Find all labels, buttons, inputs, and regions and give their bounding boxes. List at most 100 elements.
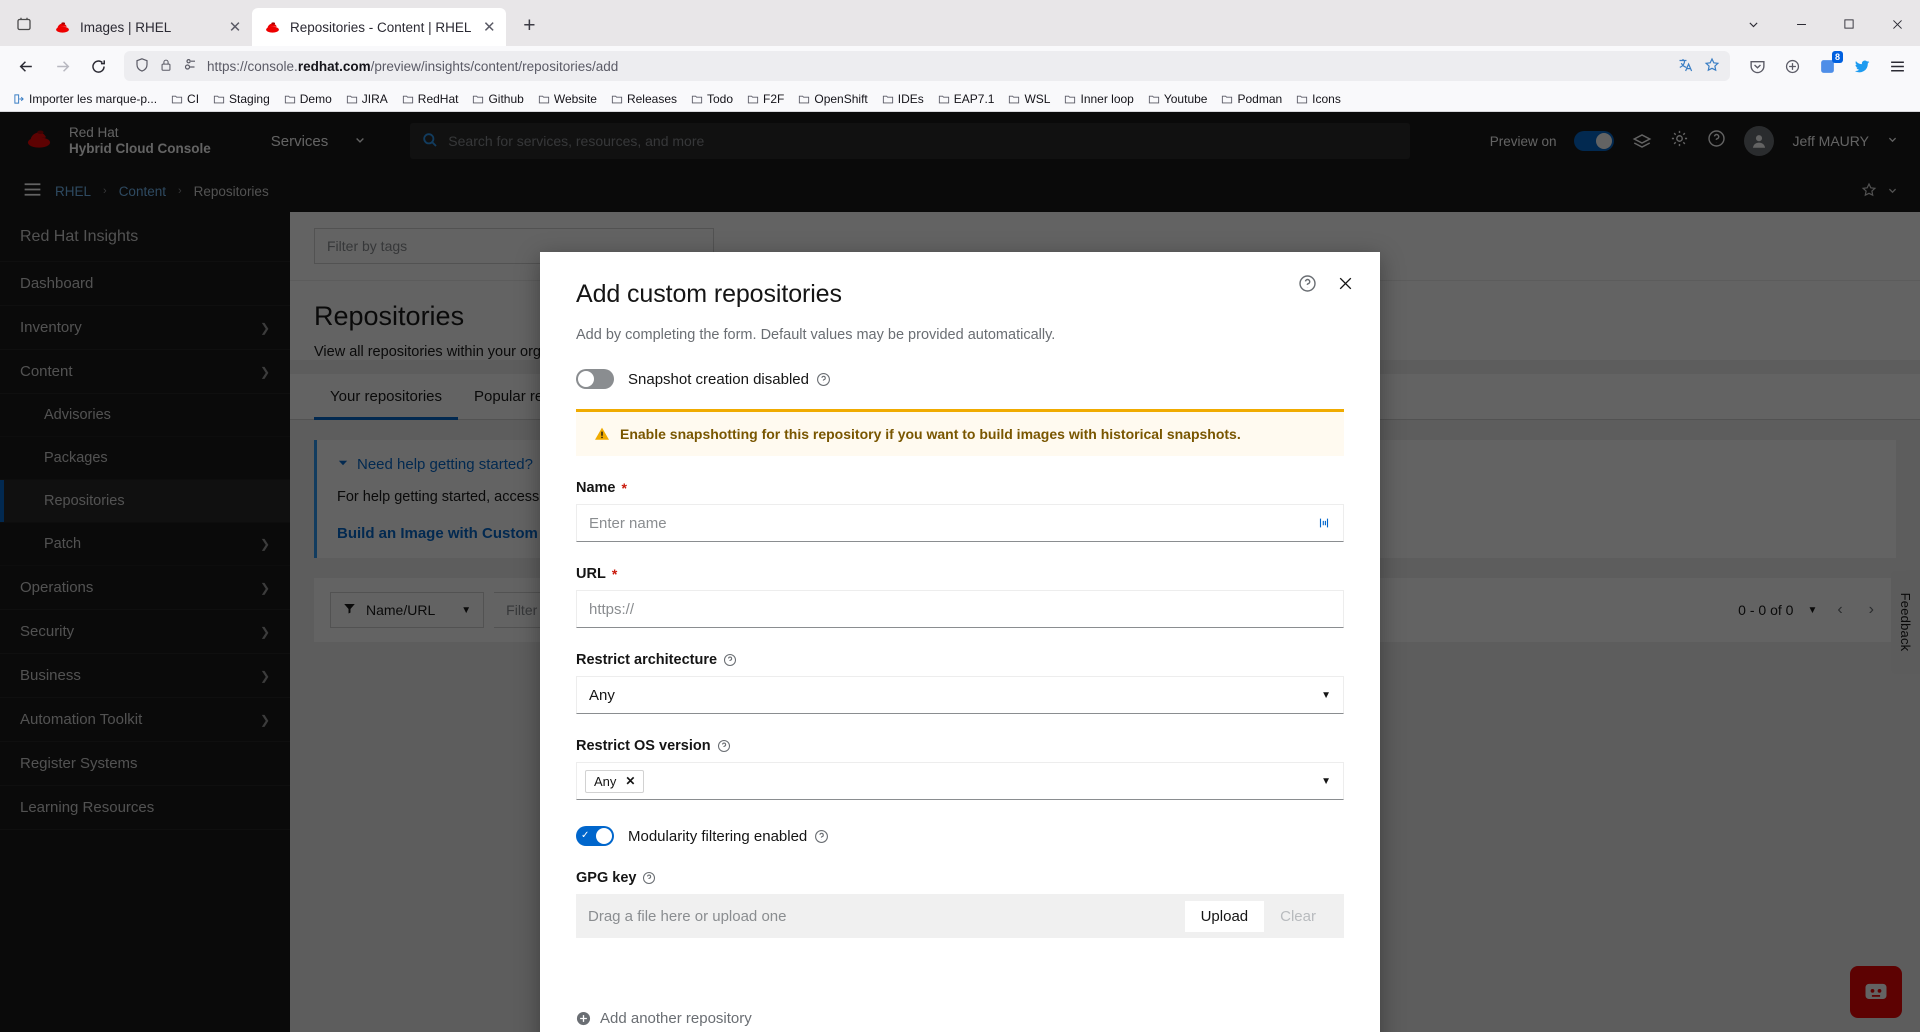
close-icon[interactable]: ✕: [480, 18, 498, 36]
bookmark-item[interactable]: Icons: [1291, 90, 1346, 108]
bookmark-item[interactable]: Website: [533, 90, 602, 108]
url-label-row: URL *: [576, 566, 1344, 582]
modal-subtitle: Add by completing the form. Default valu…: [576, 327, 1344, 343]
required-asterisk: *: [622, 480, 627, 496]
bookmark-label: CI: [187, 92, 199, 106]
bookmark-item[interactable]: RedHat: [397, 90, 464, 108]
extension-badge: 8: [1832, 51, 1843, 63]
address-bar[interactable]: https://console.redhat.com/preview/insig…: [124, 51, 1730, 81]
bookmark-item[interactable]: Todo: [686, 90, 738, 108]
close-icon[interactable]: ✕: [625, 774, 635, 788]
clear-button[interactable]: Clear: [1264, 901, 1332, 932]
close-icon[interactable]: [1337, 275, 1354, 292]
maximize-button[interactable]: [1826, 6, 1872, 42]
browser-tab-images[interactable]: Images | RHEL ✕: [42, 8, 252, 46]
chevron-down-icon: ▼: [1321, 776, 1331, 787]
forward-button[interactable]: [46, 50, 78, 82]
chevron-down-icon: ▼: [1321, 690, 1331, 701]
name-input[interactable]: Enter name: [576, 504, 1344, 542]
twitter-icon[interactable]: [1849, 53, 1875, 79]
bookmark-label: Inner loop: [1080, 92, 1133, 106]
tab-list-button[interactable]: [6, 6, 42, 42]
bookmark-label: Staging: [229, 92, 270, 106]
bookmark-item[interactable]: Releases: [606, 90, 682, 108]
folder-icon: [1296, 93, 1308, 105]
tab-strip: Images | RHEL ✕ Repositories - Content |…: [0, 0, 1920, 46]
upload-button[interactable]: Upload: [1185, 901, 1265, 932]
app-menu-icon[interactable]: [1884, 53, 1910, 79]
resize-handle-icon[interactable]: [1317, 516, 1331, 530]
minimize-button[interactable]: [1778, 6, 1824, 42]
bookmark-label: Youtube: [1164, 92, 1208, 106]
bookmark-label: Website: [554, 92, 597, 106]
modal-header: Add custom repositories Add by completin…: [540, 252, 1380, 343]
restrict-architecture-select[interactable]: Any ▼: [576, 676, 1344, 714]
url-input[interactable]: https://: [576, 590, 1344, 628]
gpg-key-dropzone[interactable]: Drag a file here or upload one Upload Cl…: [576, 894, 1344, 938]
help-icon[interactable]: [717, 739, 731, 753]
close-icon[interactable]: ✕: [226, 18, 244, 36]
name-input-placeholder: Enter name: [589, 515, 667, 532]
snapshot-creation-toggle[interactable]: [576, 369, 614, 389]
bookmark-item[interactable]: Demo: [279, 90, 337, 108]
modularity-filtering-toggle[interactable]: ✓: [576, 826, 614, 846]
folder-icon: [611, 93, 623, 105]
url-text: https://console.redhat.com/preview/insig…: [207, 59, 1669, 74]
new-tab-button[interactable]: +: [512, 9, 546, 43]
bookmark-star-icon[interactable]: [1704, 57, 1720, 76]
tab-title: Images | RHEL: [80, 20, 217, 35]
folder-icon: [938, 93, 950, 105]
close-window-button[interactable]: [1874, 6, 1920, 42]
navigation-toolbar: https://console.redhat.com/preview/insig…: [0, 46, 1920, 86]
lock-icon[interactable]: [159, 58, 173, 75]
bookmark-item[interactable]: F2F: [742, 90, 789, 108]
import-bookmarks-icon: [13, 93, 25, 105]
help-icon[interactable]: [816, 372, 831, 387]
extension-blue-icon[interactable]: 8: [1814, 53, 1840, 79]
bookmark-item[interactable]: Inner loop: [1059, 90, 1138, 108]
help-icon[interactable]: [814, 829, 829, 844]
bookmark-item[interactable]: CI: [166, 90, 204, 108]
modal-footer: Add another repository Save Cancel: [540, 1000, 1380, 1032]
field-gpg-key: GPG key Drag a file here or upload one U…: [576, 870, 1344, 938]
help-icon[interactable]: [1298, 274, 1317, 293]
reload-button[interactable]: [82, 50, 114, 82]
add-another-label: Add another repository: [600, 1010, 752, 1027]
add-another-repository-button[interactable]: Add another repository: [576, 1000, 1344, 1032]
snapshot-warning-alert: Enable snapshotting for this repository …: [576, 409, 1344, 456]
modal-title: Add custom repositories: [576, 280, 1344, 309]
bookmark-label: JIRA: [362, 92, 388, 106]
plus-circle-icon: [576, 1011, 591, 1026]
back-button[interactable]: [10, 50, 42, 82]
browser-tab-repositories[interactable]: Repositories - Content | RHEL ✕: [252, 8, 506, 46]
bookmark-label: Releases: [627, 92, 677, 106]
help-icon[interactable]: [723, 653, 737, 667]
bookmark-item[interactable]: Youtube: [1143, 90, 1213, 108]
bookmark-item[interactable]: Importer les marque-p...: [8, 90, 162, 108]
modularity-toggle-label-group: Modularity filtering enabled: [628, 828, 829, 845]
bookmark-item[interactable]: Podman: [1216, 90, 1287, 108]
bookmark-item[interactable]: WSL: [1003, 90, 1055, 108]
shield-icon[interactable]: [134, 57, 150, 76]
selected-architecture: Any: [589, 687, 615, 704]
bookmark-item[interactable]: EAP7.1: [933, 90, 1000, 108]
folder-icon: [213, 93, 225, 105]
os-version-chip: Any ✕: [585, 770, 644, 793]
help-icon[interactable]: [642, 871, 656, 885]
extension-puzzle-icon[interactable]: [1779, 53, 1805, 79]
pocket-icon[interactable]: [1744, 53, 1770, 79]
chevron-down-icon[interactable]: [1730, 6, 1776, 42]
folder-icon: [1064, 93, 1076, 105]
field-restrict-architecture: Restrict architecture Any ▼: [576, 652, 1344, 714]
restrict-os-version-select[interactable]: Any ✕ ▼: [576, 762, 1344, 800]
bookmark-item[interactable]: Staging: [208, 90, 275, 108]
bookmark-item[interactable]: JIRA: [341, 90, 393, 108]
bookmark-item[interactable]: IDEs: [877, 90, 929, 108]
field-url: URL * https://: [576, 566, 1344, 628]
name-label: Name: [576, 480, 616, 496]
translate-icon[interactable]: [1678, 57, 1694, 76]
bookmark-item[interactable]: OpenShift: [793, 90, 872, 108]
folder-icon: [472, 93, 484, 105]
bookmark-item[interactable]: Github: [467, 90, 528, 108]
permissions-icon[interactable]: [182, 57, 198, 76]
